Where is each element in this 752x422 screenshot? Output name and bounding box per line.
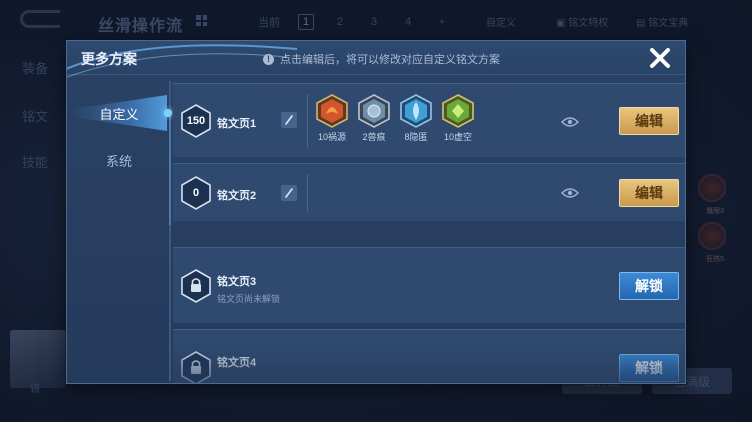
close-icon bbox=[650, 48, 670, 68]
lock-badge bbox=[181, 351, 211, 383]
rune-page-row-1: 150 铭文页1 10祸源 2兽痕 8隐匿 10虚空 编辑 bbox=[173, 83, 685, 157]
rename-button[interactable] bbox=[281, 112, 297, 128]
page-level-badge: 0 bbox=[181, 176, 211, 210]
row-divider bbox=[307, 174, 308, 212]
page-name: 铭文页4 bbox=[217, 357, 257, 369]
page-name: 铭文页2 bbox=[217, 190, 257, 202]
pen-icon bbox=[285, 115, 293, 125]
row-divider bbox=[307, 94, 308, 148]
info-icon: ! bbox=[263, 53, 274, 65]
lock-icon bbox=[181, 351, 211, 383]
scheme-tabs: 自定义 系统 bbox=[67, 75, 172, 383]
rune-green-icon bbox=[442, 94, 474, 128]
rune-gray-icon bbox=[358, 94, 390, 128]
rune-item: 2兽痕 bbox=[357, 94, 391, 143]
edit-button[interactable]: 编辑 bbox=[619, 107, 679, 135]
hint-text: ! 点击编辑后，将可以修改对应自定义铭文方案 bbox=[263, 51, 500, 67]
page-name: 铭文页1 bbox=[217, 118, 257, 130]
rune-item: 8隐匿 bbox=[399, 94, 433, 143]
rune-summary: 10祸源 2兽痕 8隐匿 10虚空 bbox=[315, 94, 475, 143]
dialog-title: 更多方案 bbox=[81, 51, 137, 67]
lock-icon bbox=[181, 269, 211, 303]
lock-badge bbox=[181, 269, 211, 303]
unlock-button[interactable]: 解锁 bbox=[619, 354, 679, 382]
active-tab-dot bbox=[164, 109, 172, 117]
more-schemes-dialog: 更多方案 ! 点击编辑后，将可以修改对应自定义铭文方案 自定义 系统 150 铭… bbox=[66, 40, 686, 384]
tab-custom[interactable]: 自定义 bbox=[67, 96, 171, 130]
rune-red-icon bbox=[316, 94, 348, 128]
page-locked-subtitle: 铭文页尚未解锁 bbox=[217, 294, 281, 304]
rune-page-list: 150 铭文页1 10祸源 2兽痕 8隐匿 10虚空 编辑 0 铭文页2 编辑 … bbox=[173, 83, 685, 383]
page-name: 铭文页3 bbox=[217, 276, 257, 288]
rename-button[interactable] bbox=[281, 185, 297, 201]
rune-page-row-4: 铭文页4 解锁 bbox=[173, 329, 685, 383]
rune-page-row-3: 铭文页3 铭文页尚未解锁 解锁 bbox=[173, 247, 685, 323]
rune-page-row-2: 0 铭文页2 编辑 bbox=[173, 163, 685, 221]
unlock-button[interactable]: 解锁 bbox=[619, 272, 679, 300]
tab-system[interactable]: 系统 bbox=[67, 143, 171, 177]
dialog-header: 更多方案 ! 点击编辑后，将可以修改对应自定义铭文方案 bbox=[67, 41, 685, 78]
page-level-badge: 150 bbox=[181, 104, 211, 138]
rune-item: 10祸源 bbox=[315, 94, 349, 143]
close-button[interactable] bbox=[647, 45, 673, 71]
edit-button[interactable]: 编辑 bbox=[619, 179, 679, 207]
pen-icon bbox=[285, 188, 293, 198]
eye-icon[interactable] bbox=[561, 187, 579, 199]
rune-blue-icon bbox=[400, 94, 432, 128]
rune-item: 10虚空 bbox=[441, 94, 475, 143]
eye-icon[interactable] bbox=[561, 116, 579, 128]
